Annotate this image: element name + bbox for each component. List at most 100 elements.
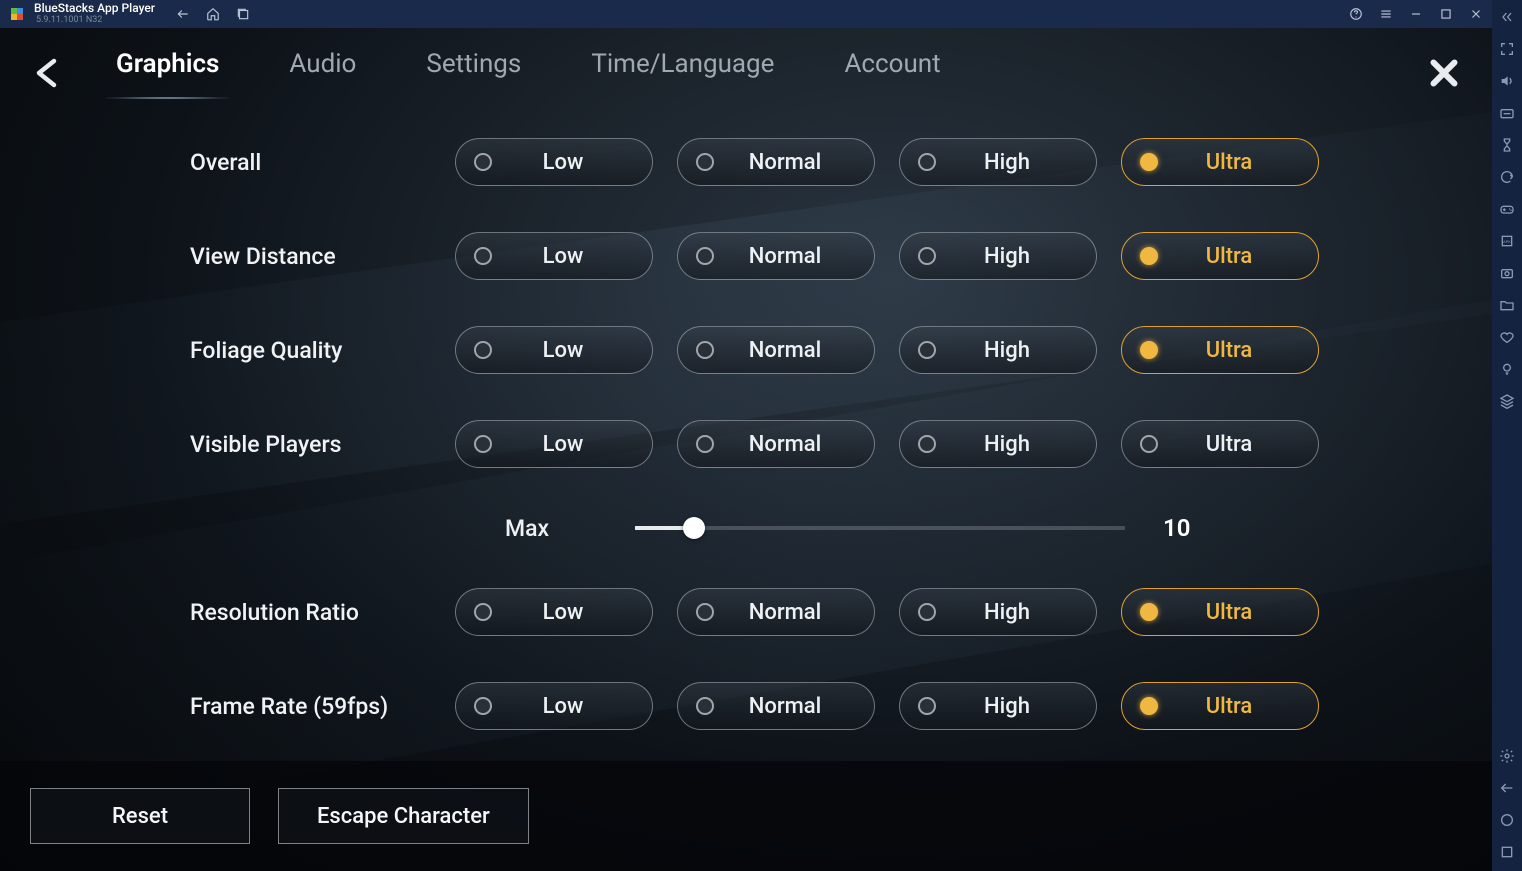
option-normal[interactable]: Normal: [677, 588, 875, 636]
fullscreen-icon[interactable]: [1498, 40, 1516, 58]
slider-value: 10: [1163, 514, 1213, 542]
option-label: Ultra: [1140, 694, 1318, 719]
bulb-icon[interactable]: [1498, 360, 1516, 378]
option-normal[interactable]: Normal: [677, 138, 875, 186]
option-label: Low: [474, 694, 652, 719]
option-label: Ultra: [1140, 600, 1318, 625]
option-label: Ultra: [1140, 150, 1318, 175]
option-label: Normal: [696, 694, 874, 719]
settings-tabs: Graphics Audio Settings Time/Language Accoun…: [116, 49, 941, 97]
option-label: Normal: [696, 244, 874, 269]
side-back-icon[interactable]: [1498, 779, 1516, 797]
option-ultra[interactable]: Ultra: [1121, 588, 1319, 636]
titlebar-title: BlueStacks App Player: [34, 2, 155, 15]
tab-time-language[interactable]: Time/Language: [591, 49, 774, 97]
settings-icon[interactable]: [1498, 747, 1516, 765]
screenshot-icon[interactable]: [1498, 264, 1516, 282]
setting-options: Low Normal High Ultra: [455, 588, 1319, 636]
option-ultra[interactable]: Ultra: [1121, 326, 1319, 374]
option-ultra[interactable]: Ultra: [1121, 420, 1319, 468]
setting-label: Foliage Quality: [190, 337, 455, 364]
close-icon[interactable]: [1426, 55, 1462, 91]
reset-button[interactable]: Reset: [30, 788, 250, 844]
nav-home-icon[interactable]: [205, 6, 221, 22]
option-low[interactable]: Low: [455, 326, 653, 374]
sync-icon[interactable]: [1498, 168, 1516, 186]
option-label: Ultra: [1140, 244, 1318, 269]
option-normal[interactable]: Normal: [677, 682, 875, 730]
bottom-bar: Reset Escape Character: [0, 761, 1492, 871]
option-normal[interactable]: Normal: [677, 232, 875, 280]
settings-list: OverallLowNormalHighUltraView DistanceLo…: [0, 118, 1492, 761]
setting-options: Low Normal High Ultra: [455, 682, 1319, 730]
recent-icon[interactable]: [1498, 843, 1516, 861]
heart-icon[interactable]: [1498, 328, 1516, 346]
option-ultra[interactable]: Ultra: [1121, 682, 1319, 730]
option-high[interactable]: High: [899, 682, 1097, 730]
setting-label: Resolution Ratio: [190, 599, 455, 626]
option-label: Low: [474, 150, 652, 175]
back-arrow-icon[interactable]: [30, 55, 66, 91]
option-high[interactable]: High: [899, 138, 1097, 186]
tab-account[interactable]: Account: [844, 49, 940, 97]
setting-label: View Distance: [190, 243, 455, 270]
option-label: Normal: [696, 338, 874, 363]
titlebar: BlueStacks App Player 5.9.11.1001 N32: [0, 0, 1492, 28]
help-icon[interactable]: [1348, 6, 1364, 22]
setting-row-frame-rate-fps-: Frame Rate (59fps) Low Normal High Ultra: [190, 682, 1432, 730]
tab-graphics[interactable]: Graphics: [116, 49, 219, 97]
side-toolbar: APK: [1492, 0, 1522, 871]
setting-row-foliage-quality: Foliage Quality Low Normal High Ultra: [190, 326, 1432, 374]
nav-back-icon[interactable]: [175, 6, 191, 22]
setting-row-resolution-ratio: Resolution Ratio Low Normal High Ultra: [190, 588, 1432, 636]
option-normal[interactable]: Normal: [677, 326, 875, 374]
maximize-icon[interactable]: [1438, 6, 1454, 22]
minimize-icon[interactable]: [1408, 6, 1424, 22]
option-label: Low: [474, 600, 652, 625]
game-area: Graphics Audio Settings Time/Language Accoun…: [0, 28, 1492, 871]
volume-icon[interactable]: [1498, 72, 1516, 90]
option-low[interactable]: Low: [455, 138, 653, 186]
option-ultra[interactable]: Ultra: [1121, 232, 1319, 280]
side-home-icon[interactable]: [1498, 811, 1516, 829]
titlebar-version: 5.9.11.1001 N32: [36, 16, 155, 26]
option-low[interactable]: Low: [455, 682, 653, 730]
keymap-icon[interactable]: [1498, 104, 1516, 122]
controller-icon[interactable]: [1498, 200, 1516, 218]
option-low[interactable]: Low: [455, 588, 653, 636]
menu-icon[interactable]: [1378, 6, 1394, 22]
collapse-icon[interactable]: [1498, 8, 1516, 26]
nav-tabs-icon[interactable]: [235, 6, 251, 22]
option-label: Ultra: [1140, 338, 1318, 363]
settings-header: Graphics Audio Settings Time/Language Accoun…: [0, 28, 1492, 118]
hourglass-icon[interactable]: [1498, 136, 1516, 154]
option-high[interactable]: High: [899, 420, 1097, 468]
setting-label: Overall: [190, 149, 455, 176]
setting-options: Low Normal High Ultra: [455, 420, 1319, 468]
setting-row-view-distance: View DistanceLow Normal High Ultra: [190, 232, 1432, 280]
escape-character-button[interactable]: Escape Character: [278, 788, 529, 844]
option-label: High: [918, 432, 1096, 457]
option-high[interactable]: High: [899, 588, 1097, 636]
option-label: High: [918, 694, 1096, 719]
option-normal[interactable]: Normal: [677, 420, 875, 468]
slider-track[interactable]: [635, 526, 1125, 530]
option-high[interactable]: High: [899, 326, 1097, 374]
option-low[interactable]: Low: [455, 420, 653, 468]
folder-icon[interactable]: [1498, 296, 1516, 314]
layers-icon[interactable]: [1498, 392, 1516, 410]
option-ultra[interactable]: Ultra: [1121, 138, 1319, 186]
slider-thumb[interactable]: [683, 517, 705, 539]
option-high[interactable]: High: [899, 232, 1097, 280]
tab-audio[interactable]: Audio: [289, 49, 356, 97]
option-label: Normal: [696, 600, 874, 625]
option-label: High: [918, 244, 1096, 269]
setting-label: Frame Rate (59fps): [190, 693, 455, 720]
setting-options: Low Normal High Ultra: [455, 138, 1319, 186]
option-label: Low: [474, 338, 652, 363]
tab-settings[interactable]: Settings: [426, 49, 521, 97]
option-label: Ultra: [1140, 432, 1318, 457]
option-low[interactable]: Low: [455, 232, 653, 280]
window-close-icon[interactable]: [1468, 6, 1484, 22]
apk-icon[interactable]: APK: [1498, 232, 1516, 250]
